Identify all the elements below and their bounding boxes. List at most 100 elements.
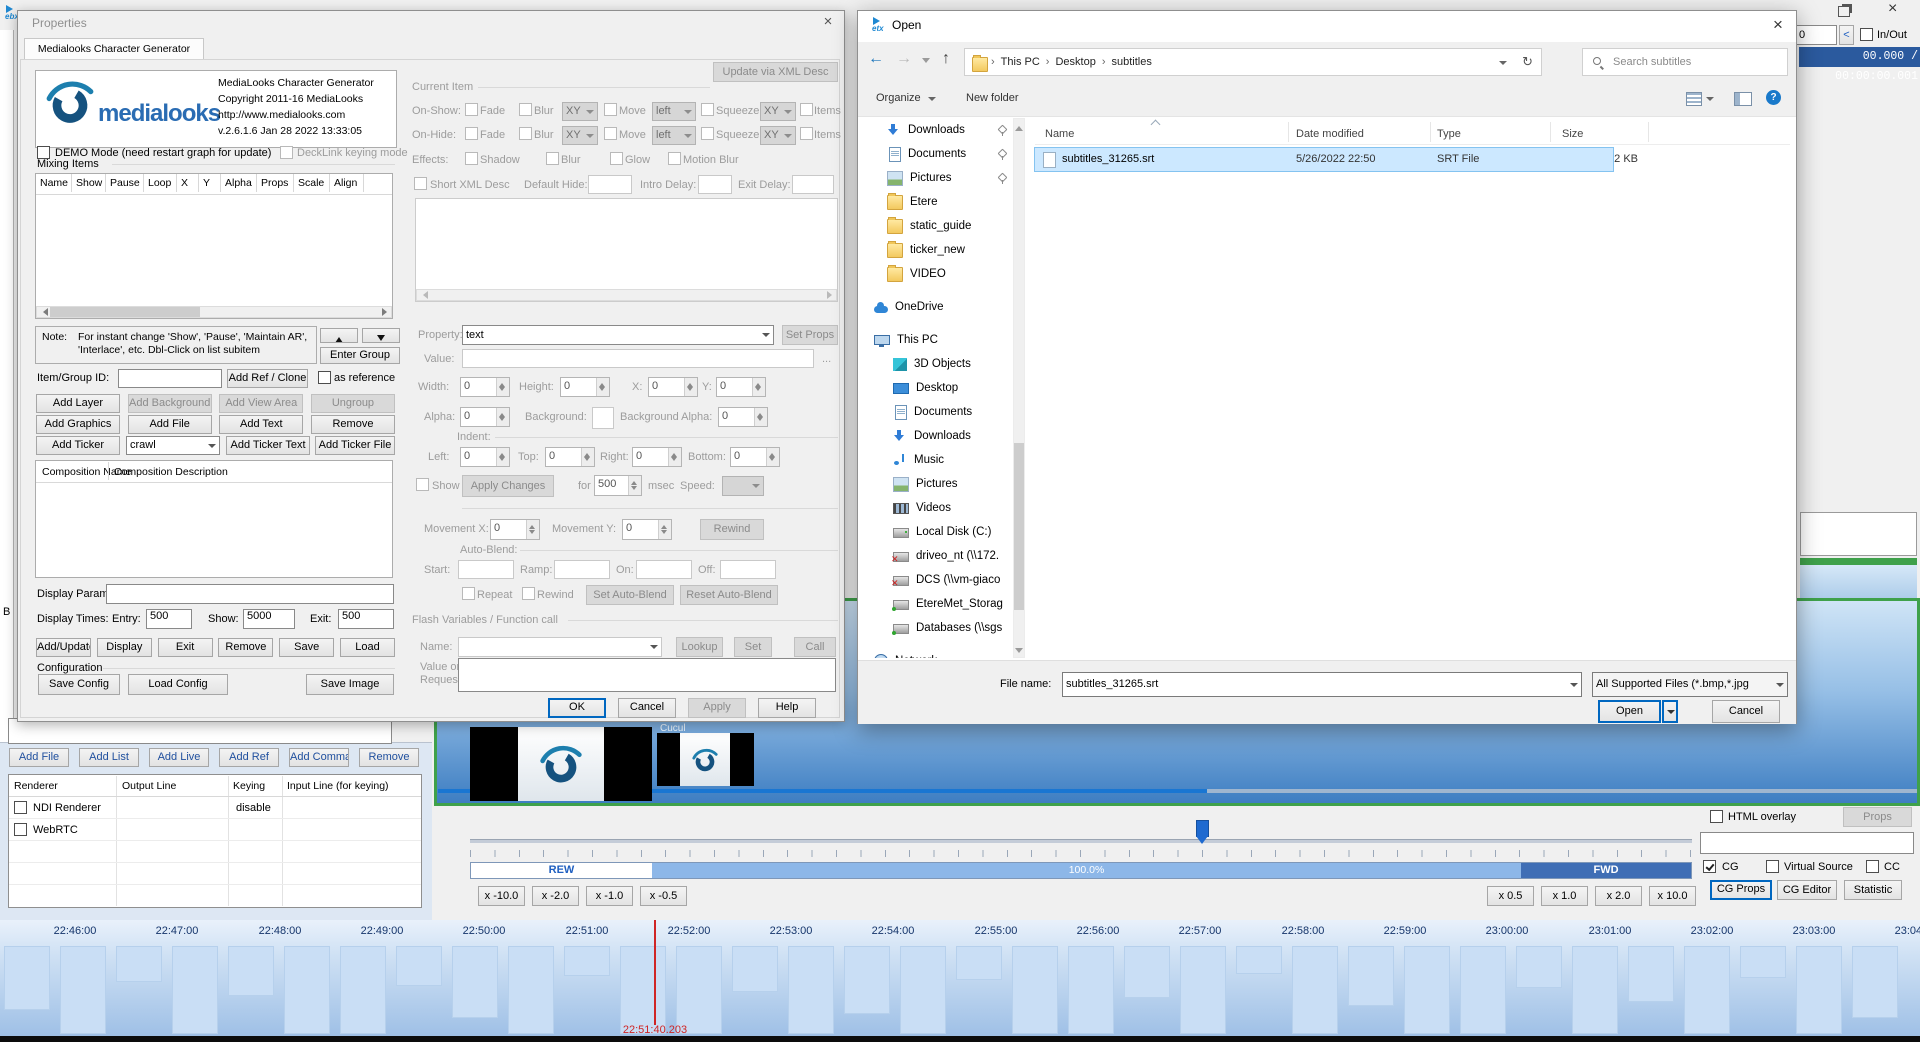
cc-checkbox[interactable]: [1866, 860, 1879, 873]
speed-button[interactable]: x -2.0: [532, 886, 579, 906]
background-alpha-spinner[interactable]: 0: [718, 407, 768, 427]
renderer-add-button[interactable]: Add Command: [289, 748, 349, 767]
onhide-squeeze-checkbox[interactable]: [701, 127, 714, 140]
onshow-squeeze-type-select[interactable]: XY: [760, 102, 796, 121]
mixing-column-header[interactable]: Name: [36, 174, 72, 192]
scroll-right-icon[interactable]: [382, 308, 391, 316]
sidebar-item[interactable]: ticker_new: [860, 238, 1012, 262]
layer-action-button[interactable]: Ungroup: [311, 394, 395, 413]
speed-button[interactable]: x -1.0: [586, 886, 633, 906]
files-col-modified[interactable]: Date modified: [1296, 128, 1364, 141]
show-time-input[interactable]: 5000: [243, 609, 295, 629]
col-output-line[interactable]: Output Line: [122, 780, 176, 793]
preview-pane-icon[interactable]: [1734, 92, 1752, 106]
speed-button[interactable]: x 2.0: [1595, 886, 1642, 906]
open-split-button[interactable]: [1662, 700, 1678, 723]
sidebar-item[interactable]: Pictures: [860, 166, 1012, 190]
col-keying[interactable]: Keying: [233, 780, 265, 793]
sidebar-item[interactable]: Databases (\\sgs: [860, 616, 1012, 640]
cg-editor-button[interactable]: CG Editor: [1777, 880, 1837, 900]
add-ticker-file-button[interactable]: Add Ticker File: [315, 436, 395, 455]
reset-autoblend-button[interactable]: Reset Auto-Blend: [680, 585, 778, 605]
properties-close-icon[interactable]: ×: [818, 13, 838, 30]
set-props-button[interactable]: Set Props: [782, 325, 838, 345]
autoblend-start-input[interactable]: [458, 560, 514, 579]
timeline-playhead[interactable]: [654, 920, 656, 1025]
effect-blur-checkbox[interactable]: [546, 152, 559, 165]
layer-action-button[interactable]: Add File: [128, 415, 212, 434]
move-down-button[interactable]: [362, 328, 400, 343]
layer-action-button[interactable]: Add View Area: [219, 394, 303, 413]
breadcrumb-item[interactable]: subtitles: [1106, 49, 1158, 75]
effect-motion-blur-checkbox[interactable]: [668, 152, 681, 165]
call-button[interactable]: Call: [794, 637, 836, 657]
onhide-move-dir-select[interactable]: left: [652, 126, 696, 145]
move-up-button[interactable]: [320, 328, 358, 343]
alpha-spinner[interactable]: 0: [460, 407, 510, 427]
ndi-renderer-checkbox[interactable]: [14, 801, 27, 814]
sidebar-item[interactable]: Local Disk (C:): [860, 520, 1012, 544]
speed-bar-rew[interactable]: REW: [471, 863, 652, 878]
movement-x-spinner[interactable]: 0: [490, 519, 540, 540]
help-icon[interactable]: ?: [1766, 90, 1781, 105]
update-via-xml-button[interactable]: Update via XML Desc: [713, 62, 838, 82]
html-overlay-checkbox[interactable]: [1710, 810, 1723, 823]
virtual-source-checkbox[interactable]: [1766, 860, 1779, 873]
exit-delay-input[interactable]: [792, 175, 834, 194]
exit-time-input[interactable]: 500: [338, 609, 394, 629]
onshow-squeeze-checkbox[interactable]: [701, 103, 714, 116]
props-button[interactable]: Props: [1843, 807, 1912, 827]
property-select[interactable]: text: [462, 325, 774, 345]
statistic-button[interactable]: Statistic: [1844, 880, 1902, 900]
flash-name-select[interactable]: [458, 637, 662, 657]
dialog-button[interactable]: Apply: [688, 698, 746, 718]
onhide-fade-checkbox[interactable]: [465, 127, 478, 140]
seek-handle[interactable]: [1196, 820, 1209, 837]
breadcrumb-item[interactable]: Desktop: [1049, 49, 1101, 75]
refresh-icon[interactable]: ↻: [1522, 55, 1533, 68]
composition-action-button[interactable]: Save: [279, 638, 334, 657]
layer-action-button[interactable]: Add Background: [128, 394, 212, 413]
renderer-add-button[interactable]: Add Ref: [219, 748, 279, 767]
x-spinner[interactable]: 0: [648, 377, 698, 397]
renderer-add-button[interactable]: Add List: [79, 748, 139, 767]
cg-props-button[interactable]: CG Props: [1710, 880, 1772, 900]
effect-glow-checkbox[interactable]: [610, 152, 623, 165]
files-col-type[interactable]: Type: [1437, 128, 1461, 141]
speed-button[interactable]: x -0.5: [640, 886, 687, 906]
onshow-blur-type-select[interactable]: XY: [562, 102, 598, 121]
apply-changes-button[interactable]: Apply Changes: [462, 475, 554, 497]
mixing-column-header[interactable]: X: [177, 174, 199, 192]
seek-groove[interactable]: [470, 839, 1692, 843]
for-msec-spinner[interactable]: 500: [594, 475, 642, 496]
scroll-left-icon[interactable]: [39, 308, 48, 316]
sidebar-item[interactable]: OneDrive: [860, 295, 1012, 319]
open-titlebar[interactable]: [858, 11, 1796, 42]
sidebar-item[interactable]: VIDEO: [860, 262, 1012, 286]
cg-checkbox[interactable]: [1703, 860, 1716, 873]
frame-step-button[interactable]: <: [1839, 25, 1854, 45]
save-image-button[interactable]: Save Image: [306, 674, 394, 695]
mixing-column-header[interactable]: Loop: [144, 174, 177, 192]
xml-desc-textarea[interactable]: [415, 198, 838, 302]
renderer-add-button[interactable]: Remove: [359, 748, 419, 767]
file-name-combobox[interactable]: subtitles_31265.srt: [1062, 672, 1582, 697]
value-input[interactable]: [462, 349, 814, 368]
onshow-items-checkbox[interactable]: [800, 103, 813, 116]
add-ref-clone-button[interactable]: Add Ref / Clone: [227, 369, 308, 388]
view-list-icon[interactable]: [1686, 92, 1702, 106]
renderer-add-button[interactable]: Add Live: [149, 748, 209, 767]
onshow-fade-checkbox[interactable]: [465, 103, 478, 116]
sidebar-item[interactable]: EtereMet_Storag: [860, 592, 1012, 616]
timeline[interactable]: 22:46:0022:47:0022:48:0022:49:0022:50:00…: [0, 920, 1920, 1036]
onhide-items-checkbox[interactable]: [800, 127, 813, 140]
load-config-button[interactable]: Load Config: [128, 674, 228, 695]
add-ticker-button[interactable]: Add Ticker: [36, 436, 120, 455]
layer-action-button[interactable]: Remove: [311, 415, 395, 434]
sidebar-item[interactable]: Desktop: [860, 376, 1012, 400]
col-input-line[interactable]: Input Line (for keying): [287, 780, 389, 793]
file-type-combobox[interactable]: All Supported Files (*.bmp,*.jpg: [1592, 672, 1788, 697]
onhide-blur-type-select[interactable]: XY: [562, 126, 598, 145]
file-name-cell[interactable]: subtitles_31265.srt: [1062, 153, 1154, 166]
enter-group-button[interactable]: Enter Group: [320, 347, 400, 364]
